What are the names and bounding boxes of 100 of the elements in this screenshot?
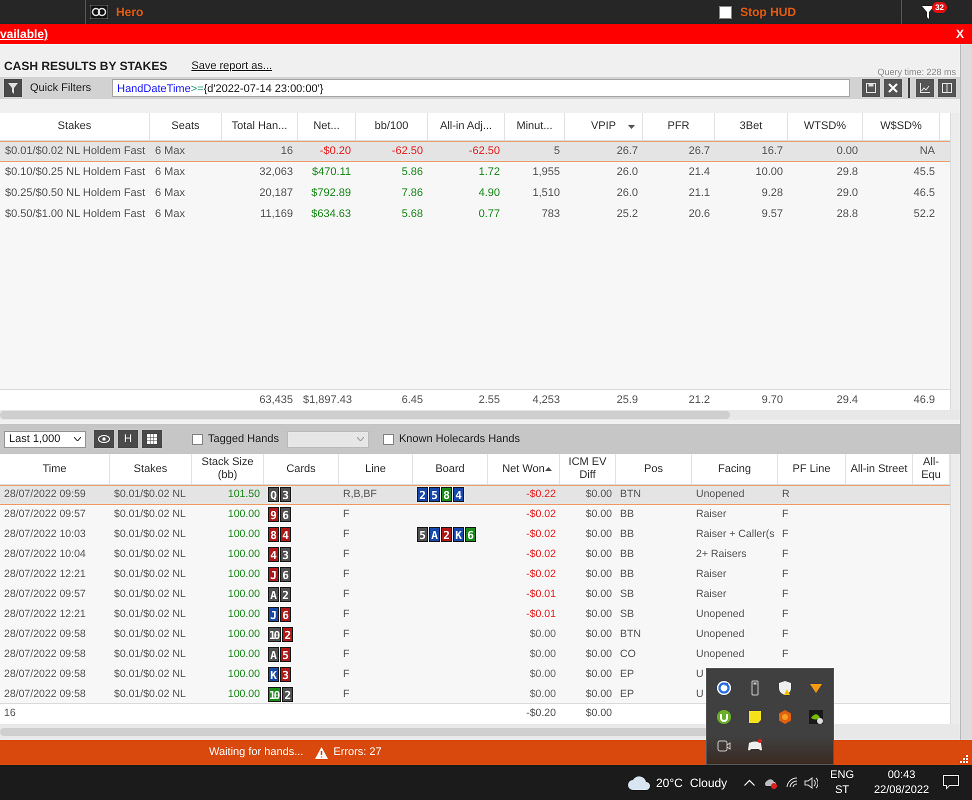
column-header[interactable]: All-in Adj... bbox=[428, 113, 505, 140]
alert-link[interactable]: vailable) bbox=[0, 25, 48, 43]
range-dropdown[interactable]: Last 1,000 bbox=[4, 430, 86, 448]
table-cell: $0.01/$0.02 NL bbox=[114, 548, 186, 560]
language-indicator[interactable]: ENG ST bbox=[830, 768, 854, 798]
table-cell: 28/07/2022 09:59 bbox=[4, 488, 86, 500]
table-cell: Raiser bbox=[696, 568, 726, 580]
column-header[interactable]: Total Han... bbox=[222, 113, 298, 140]
table-cell: $0.00 bbox=[530, 688, 556, 700]
column-header[interactable]: Board bbox=[413, 454, 488, 484]
error-count[interactable]: Errors: 27 bbox=[333, 744, 382, 761]
table-row[interactable]: 28/07/2022 12:21 $0.01/$0.02 NL 100.00 J 6 F -$0.02 $0.00 BB Raiser F bbox=[0, 565, 950, 585]
table-cell: 783 bbox=[542, 208, 560, 220]
close-button[interactable]: X bbox=[956, 25, 964, 43]
total-value: $1,897.43 bbox=[303, 394, 352, 406]
column-header[interactable]: ICM EV Diff bbox=[560, 454, 616, 484]
table-cell: 0.00 bbox=[836, 145, 858, 158]
table-cell: F bbox=[782, 508, 788, 520]
column-header[interactable]: Cards bbox=[264, 454, 339, 484]
table-row[interactable]: $0.25/$0.50 NL Holdem Fast 6 Max 20,187 $792.89 7.86 4.90 1,510 26.0 21.1 9.28 29.0 46.5 bbox=[0, 183, 950, 204]
table-cell: Unopened bbox=[696, 488, 744, 500]
table-cell: SB bbox=[620, 588, 634, 600]
table-cell: $0.00 bbox=[586, 688, 612, 700]
column-header[interactable]: W$SD% bbox=[863, 113, 940, 140]
filter-field[interactable]: HandDateTime>={d'2022-07-14 23:00:00'} bbox=[112, 79, 850, 97]
table-cell: -62.50 bbox=[468, 145, 500, 158]
table-cell: -$0.02 bbox=[526, 548, 556, 560]
column-header[interactable]: All-in Street bbox=[846, 454, 913, 484]
table-cell: 26.0 bbox=[616, 187, 638, 200]
table-row[interactable]: 28/07/2022 09:59 $0.01/$0.02 NL 101.50 Q 3 R,B,BF 2 5 8 4 -$0.22 $0.00 BTN Unopened R bbox=[0, 485, 950, 505]
table-row[interactable]: $0.10/$0.25 NL Holdem Fast 6 Max 32,063 $470.11 5.86 1.72 1,955 26.0 21.4 10.00 29.8 45.5 bbox=[0, 162, 950, 183]
table-cell: $792.89 bbox=[311, 187, 351, 200]
table-cell: 9.57 bbox=[762, 208, 783, 220]
table-cell: BB bbox=[620, 508, 634, 520]
playing-card: 8 bbox=[441, 486, 452, 502]
column-header[interactable]: PFR bbox=[643, 113, 715, 140]
table-cell: $0.25/$0.50 NL Holdem Fast bbox=[5, 187, 146, 200]
table-cell: Unopened bbox=[696, 648, 744, 660]
table-cell: 1,510 bbox=[532, 187, 560, 200]
table-cell: R,B,BF bbox=[343, 488, 377, 500]
table-cell: 25.2 bbox=[616, 208, 638, 220]
table-cell: $0.01/$0.02 NL bbox=[114, 568, 186, 580]
save-report-link[interactable]: Save report as... bbox=[191, 58, 272, 74]
table-cell: 45.5 bbox=[914, 166, 935, 178]
table-cell: 21.4 bbox=[688, 166, 710, 178]
table-cell: $0.01/$0.02 NL bbox=[114, 688, 186, 700]
table-cell: BB bbox=[620, 568, 634, 580]
playing-card: 4 bbox=[453, 486, 464, 502]
table-row[interactable]: 28/07/2022 09:57 $0.01/$0.02 NL 100.00 A 2 F -$0.01 $0.00 SB Raiser F bbox=[0, 585, 950, 605]
table-cell: -$0.02 bbox=[526, 528, 556, 540]
column-header[interactable]: Stakes bbox=[110, 454, 192, 484]
playing-card: 2 bbox=[441, 526, 452, 542]
table-row[interactable]: 28/07/2022 09:57 $0.01/$0.02 NL 100.00 9 6 F -$0.02 $0.00 BB Raiser F bbox=[0, 505, 950, 525]
table-cell: 100.00 bbox=[228, 608, 260, 620]
column-header[interactable]: PF Line bbox=[778, 454, 846, 484]
table-row[interactable]: $0.01/$0.02 NL Holdem Fast 6 Max 16 -$0.20 -62.50 -62.50 5 26.7 26.7 16.7 0.00 NA bbox=[0, 141, 950, 162]
column-header[interactable]: Net... bbox=[298, 113, 356, 140]
table-row[interactable]: 28/07/2022 09:58 $0.01/$0.02 NL 100.00 K 3 F $0.00 $0.00 EP U bbox=[0, 665, 950, 685]
table-cell: 100.00 bbox=[228, 528, 260, 540]
temperature: 20°C bbox=[656, 774, 683, 792]
total-value: 63,435 bbox=[259, 394, 293, 406]
table-row[interactable]: 28/07/2022 09:58 $0.01/$0.02 NL 100.00 10 2 F $0.00 $0.00 EP U bbox=[0, 685, 950, 703]
table-row[interactable]: 28/07/2022 10:03 $0.01/$0.02 NL 100.00 8 4 F 5 A 2 K 6 -$0.02 $0.00 BB Raiser + Caller(s F bbox=[0, 525, 950, 545]
hud-button[interactable]: H bbox=[118, 430, 138, 448]
column-header[interactable]: Time bbox=[0, 454, 110, 484]
column-header[interactable]: WTSD% bbox=[788, 113, 863, 140]
playing-card: 3 bbox=[280, 546, 291, 562]
playing-card: 6 bbox=[280, 506, 291, 522]
column-header[interactable]: Pos bbox=[616, 454, 692, 484]
table-cell: U bbox=[696, 688, 704, 700]
table-cell: Raiser bbox=[696, 588, 726, 600]
total-value: $0.00 bbox=[586, 707, 612, 720]
playing-card: 8 bbox=[268, 526, 279, 542]
column-header[interactable]: Seats bbox=[150, 113, 222, 140]
playing-card: 10 bbox=[268, 686, 282, 702]
column-header[interactable]: Stack Size (bb) bbox=[192, 454, 264, 484]
column-header[interactable]: Stakes bbox=[0, 113, 150, 140]
table-row[interactable]: 28/07/2022 10:04 $0.01/$0.02 NL 100.00 4 3 F -$0.02 $0.00 BB 2+ Raisers F bbox=[0, 545, 950, 565]
table-cell: 1.72 bbox=[478, 166, 500, 178]
playing-card: J bbox=[268, 606, 279, 622]
table-row[interactable]: 28/07/2022 09:58 $0.01/$0.02 NL 100.00 10 2 F $0.00 $0.00 BTN Unopened F bbox=[0, 625, 950, 645]
table-row[interactable]: 28/07/2022 12:21 $0.01/$0.02 NL 100.00 J 6 F -$0.01 $0.00 SB Unopened F bbox=[0, 605, 950, 625]
table-cell: 100.00 bbox=[228, 668, 260, 680]
column-header[interactable]: Net Won bbox=[488, 454, 560, 484]
table-cell: Raiser + Caller(s bbox=[696, 528, 774, 540]
table-row[interactable]: 28/07/2022 09:58 $0.01/$0.02 NL 100.00 A 5 F $0.00 $0.00 CO Unopened F bbox=[0, 645, 950, 665]
column-header[interactable]: Minut... bbox=[505, 113, 565, 140]
table-cell: F bbox=[782, 548, 788, 560]
column-header[interactable]: Facing bbox=[692, 454, 778, 484]
clock[interactable]: 00:43 22/08/2022 bbox=[874, 768, 930, 798]
column-header[interactable]: Line bbox=[339, 454, 413, 484]
table-row[interactable]: $0.50/$1.00 NL Holdem Fast 6 Max 11,169 $634.63 5.68 0.77 783 25.2 20.6 9.57 28.8 52.2 bbox=[0, 204, 950, 225]
column-header[interactable]: bb/100 bbox=[356, 113, 428, 140]
table-cell: F bbox=[343, 568, 350, 580]
column-header[interactable]: 3Bet bbox=[715, 113, 788, 140]
column-header[interactable]: VPIP bbox=[565, 113, 643, 140]
table-cell: $0.01/$0.02 NL bbox=[114, 668, 186, 680]
user-name[interactable]: Hero bbox=[116, 3, 144, 21]
table-cell: 6 Max bbox=[155, 208, 185, 220]
table-cell: 6 Max bbox=[155, 145, 185, 158]
